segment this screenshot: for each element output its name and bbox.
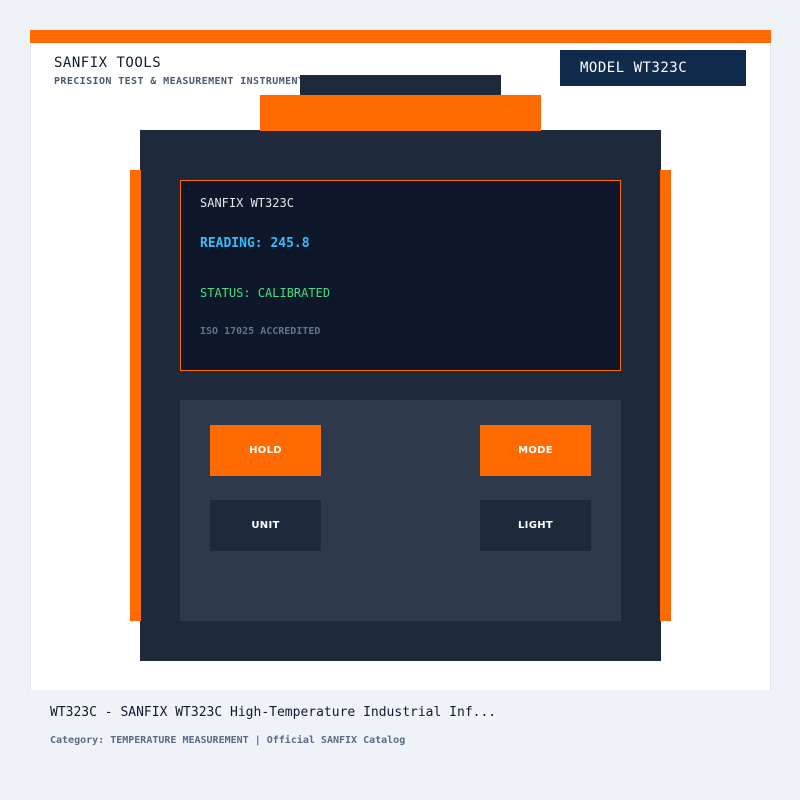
mode-button[interactable]: MODE bbox=[480, 425, 591, 476]
device-grip-left bbox=[130, 170, 141, 621]
accent-stripe bbox=[30, 30, 771, 43]
hold-button[interactable]: HOLD bbox=[210, 425, 321, 476]
screen-reading: READING: 245.8 bbox=[200, 236, 310, 251]
brand-tagline: PRECISION TEST & MEASUREMENT INSTRUMENTS bbox=[54, 76, 302, 87]
product-caption: WT323C - SANFIX WT323C High-Temperature … bbox=[30, 690, 771, 771]
device-top-cap bbox=[300, 75, 501, 95]
screen-title: SANFIX WT323C bbox=[200, 196, 294, 210]
product-title[interactable]: WT323C - SANFIX WT323C High-Temperature … bbox=[50, 705, 496, 720]
screen-certification: ISO 17025 ACCREDITED bbox=[200, 326, 321, 337]
model-badge: MODEL WT323C bbox=[560, 50, 746, 86]
light-button[interactable]: LIGHT bbox=[480, 500, 591, 551]
screen-status: STATUS: CALIBRATED bbox=[200, 286, 331, 300]
brand-name: SANFIX TOOLS bbox=[54, 55, 162, 71]
device-grip-right bbox=[660, 170, 671, 621]
product-page: SANFIX TOOLS PRECISION TEST & MEASUREMEN… bbox=[0, 0, 800, 800]
model-badge-label: MODEL WT323C bbox=[580, 60, 688, 76]
hold-button-label: HOLD bbox=[249, 445, 282, 456]
product-category: Category: TEMPERATURE MEASUREMENT | Offi… bbox=[50, 735, 406, 746]
device-top-band bbox=[260, 95, 541, 131]
device-screen: SANFIX WT323C READING: 245.8 STATUS: CAL… bbox=[180, 180, 621, 371]
unit-button-label: UNIT bbox=[251, 520, 280, 531]
mode-button-label: MODE bbox=[518, 445, 553, 456]
light-button-label: LIGHT bbox=[518, 520, 553, 531]
unit-button[interactable]: UNIT bbox=[210, 500, 321, 551]
